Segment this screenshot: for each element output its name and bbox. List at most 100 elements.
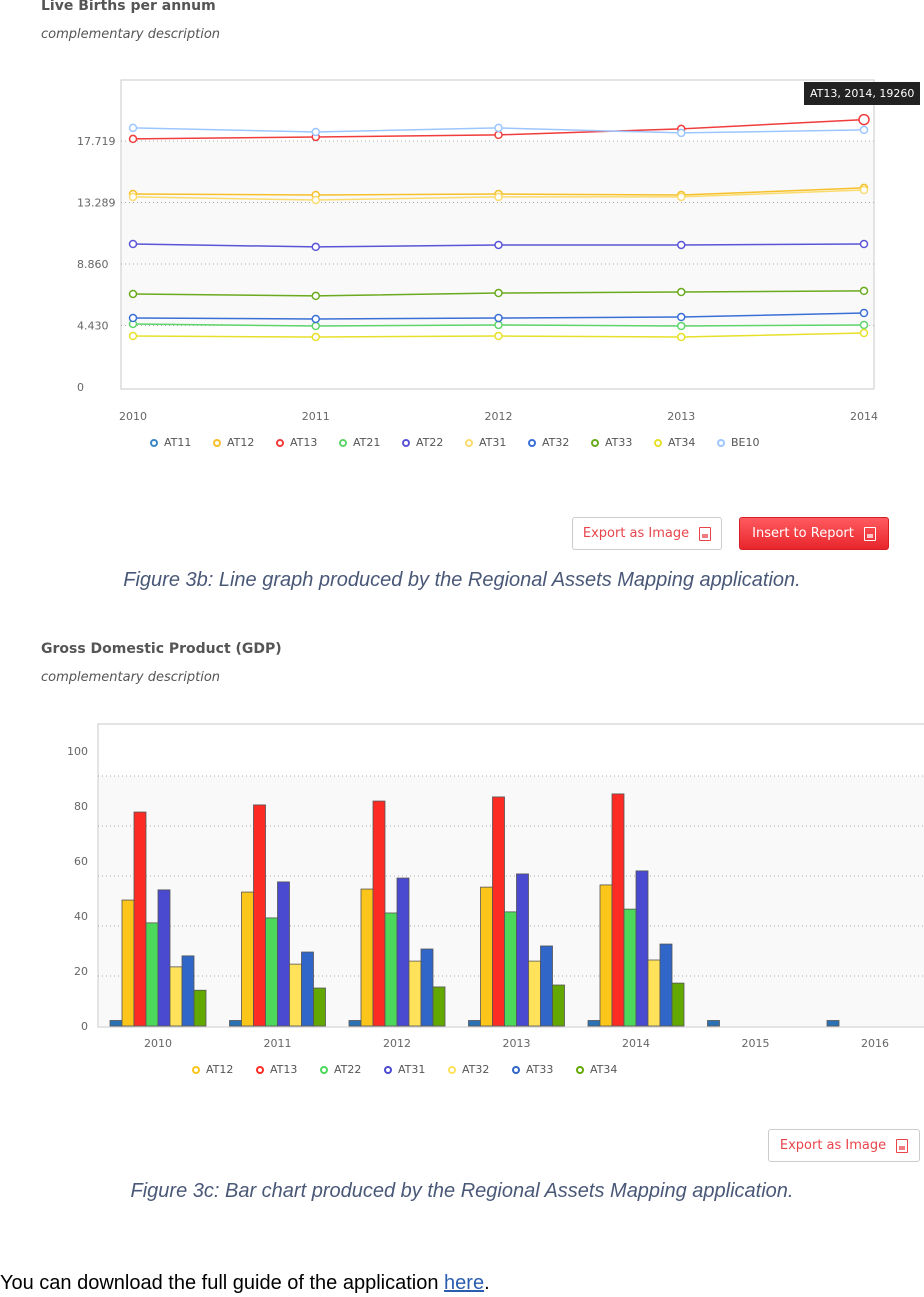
data-point-at22 [128,239,138,249]
y-tick-label: 0 [81,1020,88,1033]
data-point-at22 [859,239,869,249]
legend-label: AT21 [353,436,381,449]
export-as-image-button-2[interactable]: Export as Image [768,1129,920,1162]
bar-at31-2014 [635,870,649,1027]
line-chart: 0 4.430 8.860 13.289 17.719 2010 2011 2012 2013 2… [77,79,878,423]
data-point-at34 [859,328,869,338]
data-point-at34 [494,331,503,341]
x-tick-label: 2014 [622,1037,650,1050]
bar-at13-2010 [133,811,147,1027]
legend-label: AT32 [462,1063,490,1076]
bar-at33-2014 [659,943,673,1027]
legend-item-at34[interactable]: AT34 [654,436,695,449]
legend-item-at33[interactable]: AT33 [591,436,632,449]
guide-download-link[interactable]: here [444,1272,484,1294]
x-tick-label: 2013 [667,410,695,423]
insert-button-label: Insert to Report [752,526,854,541]
legend-item-at12[interactable]: AT12 [192,1063,233,1076]
bar-series-1-2011 [229,1020,242,1027]
bar-at33-2011 [301,951,314,1027]
x-tick-label: 2015 [742,1037,770,1050]
x-tick-label: 2011 [302,410,330,423]
data-point-at13 [858,113,870,126]
data-point-at32 [311,314,320,324]
data-point-at21 [494,320,503,330]
data-point-at31 [311,195,320,205]
x-tick-label: 2014 [850,410,878,423]
bar-at12-2014 [599,884,613,1027]
legend-label: AT33 [526,1063,554,1076]
x-tick-label: 2012 [485,410,513,423]
legend-marker-icon [448,1065,456,1074]
legend-item-at32[interactable]: AT32 [528,436,569,449]
bar-at34-2011 [313,987,326,1027]
bar-at13-2011 [253,804,266,1027]
export-as-image-button[interactable]: Export as Image [572,517,722,550]
line-chart-legend: AT11 AT12 AT13 AT21 AT22 AT31 AT32 AT33 AT34 BE10 [150,436,850,462]
x-tick-label: 2013 [503,1037,531,1050]
bar-at22-2010 [145,922,159,1027]
legend-item-at13[interactable]: AT13 [256,1063,297,1076]
bar-chart-description: complementary description [41,670,221,685]
y-tick-label: 20 [74,965,88,978]
x-tick-label: 2010 [144,1037,172,1050]
data-point-at21 [859,320,869,330]
legend-marker-icon [576,1065,584,1074]
bar-series-1-2010 [109,1020,123,1027]
legend-item-at33[interactable]: AT33 [512,1063,553,1076]
legend-item-at31[interactable]: AT31 [465,436,506,449]
bar-series-1-2012 [348,1020,362,1027]
data-point-at32 [677,312,686,322]
bar-at13-2012 [372,800,386,1027]
x-tick-label: 2011 [264,1037,292,1050]
legend-item-be10[interactable]: BE10 [717,436,760,449]
bar-at31-2010 [157,889,171,1027]
legend-marker-icon [512,1065,520,1074]
bar-at13-2013 [492,796,505,1027]
legend-item-at13[interactable]: AT13 [276,436,317,449]
legend-marker-icon [192,1065,200,1074]
data-point-at21 [677,321,686,331]
data-point-at33 [128,289,138,299]
figure-3c-caption: Figure 3c: Bar chart produced by the Reg… [130,1180,794,1202]
bar-chart: 0 20 40 60 80 100 2010 2011 2012 2013 2014 2015 2016 [67,723,924,1050]
pdf-file-icon [863,526,876,541]
legend-label: AT34 [668,436,696,449]
data-point-at13 [494,130,503,140]
legend-marker-icon [402,438,410,447]
data-point-be10 [311,127,320,137]
bar-at32-2012 [408,960,422,1027]
legend-label: AT22 [334,1063,362,1076]
data-point-at22 [494,240,503,250]
data-point-be10 [128,123,138,133]
data-point-be10 [494,123,503,133]
chart-tooltip: AT13, 2014, 19260 [804,82,921,105]
bar-at34-2014 [671,982,685,1027]
data-point-at33 [859,286,869,296]
legend-item-at22[interactable]: AT22 [320,1063,361,1076]
bar-at32-2010 [169,966,183,1027]
legend-label: AT12 [206,1063,234,1076]
bar-series-1-2013 [468,1020,481,1027]
legend-label: AT34 [590,1063,618,1076]
data-point-at33 [494,288,503,298]
legend-marker-icon [528,438,536,447]
data-point-at31 [128,192,138,202]
legend-marker-icon [465,438,473,447]
legend-item-at34[interactable]: AT34 [576,1063,617,1076]
legend-marker-icon [276,438,284,447]
legend-item-at12[interactable]: AT12 [213,436,254,449]
y-tick-label: 60 [74,855,88,868]
bar-at32-2011 [289,963,302,1027]
legend-item-at31[interactable]: AT31 [384,1063,425,1076]
insert-to-report-button[interactable]: Insert to Report [739,517,889,550]
bar-series-1-2014 [587,1020,601,1027]
legend-label: AT31 [398,1063,426,1076]
legend-item-at22[interactable]: AT22 [402,436,443,449]
legend-label: AT32 [542,436,570,449]
legend-item-at21[interactable]: AT21 [339,436,380,449]
legend-item-at11[interactable]: AT11 [150,436,191,449]
bar-at34-2010 [193,989,207,1027]
legend-item-at32[interactable]: AT32 [448,1063,489,1076]
bar-at33-2010 [181,955,195,1027]
